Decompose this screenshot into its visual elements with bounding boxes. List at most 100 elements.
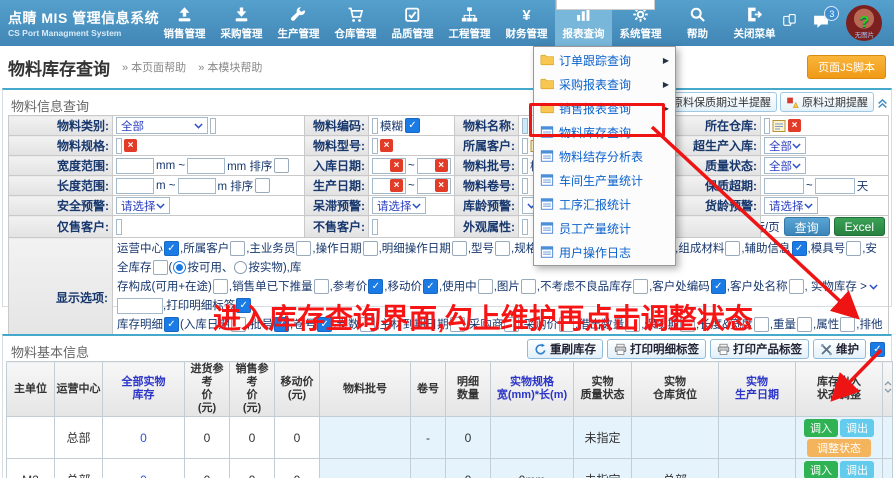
checkbox[interactable] xyxy=(255,178,270,193)
select-dropdown[interactable]: 全部 xyxy=(116,117,208,134)
toolbar-button-2[interactable]: 打印产品标签 xyxy=(710,339,809,359)
date-input[interactable]: × xyxy=(372,158,406,174)
checkbox[interactable] xyxy=(314,279,329,294)
checkbox[interactable]: ✓ xyxy=(405,118,420,133)
checkbox[interactable] xyxy=(725,241,740,256)
clear-icon[interactable]: × xyxy=(788,119,801,132)
date-input[interactable]: × xyxy=(417,178,451,194)
date-input[interactable]: × xyxy=(417,158,451,174)
query-button[interactable]: 查询 xyxy=(784,217,830,236)
column-header[interactable]: 物料批号 xyxy=(320,362,411,417)
avatar[interactable]: ? 无图片 xyxy=(846,5,882,41)
dropdown-item-7[interactable]: 员工产量统计 xyxy=(534,216,675,240)
column-header[interactable]: 销售参考 价 (元) xyxy=(230,362,275,417)
text-input[interactable] xyxy=(522,219,528,235)
module-help-link[interactable]: » 本模块帮助 xyxy=(198,59,262,75)
checkbox[interactable]: ✓ xyxy=(423,279,438,294)
topbar-menu-item-1[interactable]: 采购管理 xyxy=(213,0,270,46)
clear-icon[interactable]: × xyxy=(124,139,137,152)
column-header[interactable]: 主单位 xyxy=(7,362,55,417)
checkbox[interactable]: ✓ xyxy=(792,241,807,256)
checkbox[interactable] xyxy=(153,260,168,275)
dropdown-item-0[interactable]: 订单跟踪查询▶ xyxy=(534,48,675,72)
reminder-button-2[interactable]: 原料过期提醒 xyxy=(780,92,874,112)
checkbox[interactable] xyxy=(840,317,855,332)
select-dropdown[interactable]: 全部 xyxy=(764,137,806,154)
date-input[interactable]: × xyxy=(372,178,406,194)
checkbox[interactable] xyxy=(213,279,228,294)
checkbox[interactable] xyxy=(521,279,536,294)
text-input[interactable] xyxy=(372,118,378,134)
table-cell[interactable]: 0 xyxy=(103,459,185,478)
radio-button[interactable] xyxy=(173,261,186,274)
checkbox[interactable] xyxy=(296,241,311,256)
column-header[interactable]: 进货参考 价 (元) xyxy=(185,362,230,417)
text-input[interactable] xyxy=(522,158,528,174)
radio-button[interactable] xyxy=(234,261,247,274)
checkbox[interactable]: ✓ xyxy=(711,279,726,294)
text-input[interactable] xyxy=(116,158,154,174)
checkbox[interactable] xyxy=(789,279,804,294)
topbar-menu-item-5[interactable]: 工程管理 xyxy=(441,0,498,46)
text-input[interactable] xyxy=(116,138,122,154)
text-input[interactable] xyxy=(372,219,378,235)
text-input[interactable] xyxy=(764,118,770,134)
transfer-out-button[interactable]: 调出 xyxy=(840,419,874,437)
column-header[interactable]: 明细 数量 xyxy=(446,362,491,417)
dropdown-item-4[interactable]: 物料结存分析表 xyxy=(534,144,675,168)
topbar-menu-item-0[interactable]: 销售管理 xyxy=(156,0,213,46)
text-input[interactable] xyxy=(116,178,154,194)
clear-icon[interactable]: × xyxy=(435,159,448,172)
clear-icon[interactable]: × xyxy=(435,179,448,192)
topbar-menu-item-2[interactable]: 生产管理 xyxy=(270,0,327,46)
picker-icon[interactable] xyxy=(772,119,786,133)
checkbox[interactable]: ✓ xyxy=(164,317,179,332)
checkbox[interactable] xyxy=(797,317,812,332)
topbar-menu-item-6[interactable]: ¥财务管理 xyxy=(498,0,555,46)
text-input[interactable] xyxy=(178,178,216,194)
clear-icon[interactable]: × xyxy=(390,179,403,192)
collapse-icon[interactable] xyxy=(877,96,888,107)
column-header[interactable]: 运营中心 xyxy=(55,362,103,417)
transfer-out-button[interactable]: 调出 xyxy=(840,461,874,478)
toolbar-button-3[interactable]: 维护 xyxy=(813,339,866,359)
text-input[interactable] xyxy=(117,298,163,314)
checkbox[interactable] xyxy=(230,241,245,256)
devices-icon[interactable] xyxy=(783,13,796,33)
clear-icon[interactable]: × xyxy=(390,159,403,172)
select-dropdown[interactable]: 请选择 xyxy=(764,197,818,214)
select-dropdown[interactable]: 请选择 xyxy=(116,197,170,214)
column-header[interactable]: 移动价 (元) xyxy=(275,362,320,417)
topbar-menu-item-9[interactable]: 帮助 xyxy=(669,0,726,46)
topbar-menu-item-4[interactable]: 品质管理 xyxy=(384,0,441,46)
checkbox[interactable] xyxy=(633,279,648,294)
checkbox[interactable] xyxy=(754,317,769,332)
dropdown-item-5[interactable]: 车间生产量统计 xyxy=(534,168,675,192)
clear-icon[interactable]: × xyxy=(380,139,393,152)
column-header[interactable]: 实物 质量状态 xyxy=(574,362,632,417)
text-input[interactable] xyxy=(372,138,378,154)
table-cell[interactable]: 0 xyxy=(103,417,185,459)
column-header[interactable]: 全部实物 库存 xyxy=(103,362,185,417)
column-header[interactable]: 实物规格 宽(mm)*长(m) xyxy=(491,362,574,417)
column-header[interactable]: 库存出入 状态调整 xyxy=(796,362,883,417)
checkbox[interactable]: ✓ xyxy=(368,279,383,294)
text-input[interactable] xyxy=(116,219,122,235)
toolbar-button-1[interactable]: 打印明细标签 xyxy=(607,339,706,359)
text-input[interactable] xyxy=(522,118,528,134)
text-input[interactable] xyxy=(764,178,804,194)
transfer-in-button[interactable]: 调入 xyxy=(804,461,838,478)
text-input[interactable] xyxy=(187,158,225,174)
topbar-menu-item-3[interactable]: 仓库管理 xyxy=(327,0,384,46)
checkbox[interactable] xyxy=(495,241,510,256)
dropdown-item-1[interactable]: 采购报表查询▶ xyxy=(534,72,675,96)
chat-icon[interactable]: 3 xyxy=(811,13,831,33)
topbar-menu-item-10[interactable]: 关闭菜单 xyxy=(726,0,783,46)
toolbar-button-0[interactable]: 重刷库存 xyxy=(527,339,603,359)
text-input[interactable] xyxy=(815,178,855,194)
column-header[interactable]: 实物 仓库货位 xyxy=(632,362,719,417)
page-js-button[interactable]: 页面JS脚本 xyxy=(807,55,886,79)
text-input[interactable] xyxy=(522,178,528,194)
checkbox[interactable] xyxy=(846,241,861,256)
dropdown-item-8[interactable]: 用户操作日志 xyxy=(534,240,675,264)
